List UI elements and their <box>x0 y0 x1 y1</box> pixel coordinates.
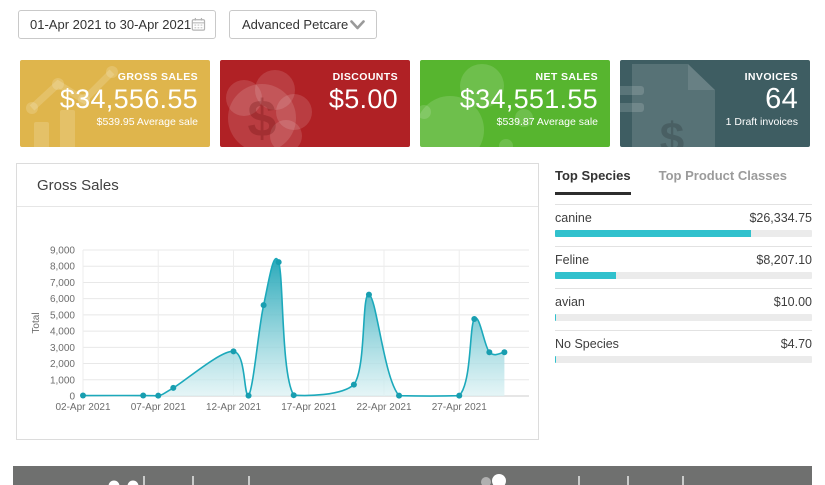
kpi-value: $34,551.55 <box>460 83 598 116</box>
chart-title: Gross Sales <box>17 164 538 207</box>
tab-top-product-classes[interactable]: Top Product Classes <box>659 168 787 195</box>
svg-text:9,000: 9,000 <box>50 246 75 257</box>
species-row: Feline $8,207.10 <box>555 246 812 288</box>
svg-text:02-Apr 2021: 02-Apr 2021 <box>55 402 110 413</box>
gross-sales-panel: Gross Sales 0 1,000 2,000 3,000 4,000 5,000 6,… <box>16 163 539 440</box>
svg-text:6,000: 6,000 <box>50 294 75 305</box>
practice-selector-value: Advanced Petcare <box>242 17 348 32</box>
kpi-title: NET SALES <box>535 71 598 83</box>
svg-text:2,000: 2,000 <box>50 359 75 370</box>
svg-text:22-Apr 2021: 22-Apr 2021 <box>356 402 411 413</box>
paw-icon[interactable] <box>109 481 139 485</box>
calendar-icon <box>191 16 206 33</box>
gross-sales-chart: 0 1,000 2,000 3,000 4,000 5,000 6,000 7,000 8,00… <box>17 207 538 438</box>
species-bar-track <box>555 230 812 237</box>
species-row: canine $26,334.75 <box>555 204 812 246</box>
species-bar-track <box>555 314 812 321</box>
species-list: canine $26,334.75 Feline $8,207.10 avian… <box>555 204 812 372</box>
kpi-value: $34,556.55 <box>60 83 198 116</box>
species-bar-fill <box>555 230 751 237</box>
svg-text:0: 0 <box>69 392 75 403</box>
top-toolbar: 01-Apr 2021 to 30-Apr 2021 Advanced Petc… <box>18 10 377 39</box>
kpi-card-invoices: $ INVOICES 64 1 Draft invoices <box>620 60 810 147</box>
svg-text:12-Apr 2021: 12-Apr 2021 <box>206 402 261 413</box>
svg-text:5,000: 5,000 <box>50 310 75 321</box>
kpi-subtitle: $539.87 Average sale <box>497 116 598 129</box>
chevron-down-icon <box>350 20 365 30</box>
top-lists-tabs: Top Species Top Product Classes <box>555 168 812 195</box>
svg-text:4,000: 4,000 <box>50 327 75 338</box>
species-row: No Species $4.70 <box>555 330 812 372</box>
kpi-subtitle: $539.95 Average sale <box>97 116 198 129</box>
kpi-value: 64 <box>765 83 798 116</box>
species-value: $10.00 <box>774 295 812 309</box>
species-row: avian $10.00 <box>555 288 812 330</box>
svg-text:8,000: 8,000 <box>50 262 75 273</box>
svg-text:07-Apr 2021: 07-Apr 2021 <box>131 402 186 413</box>
svg-text:Total: Total <box>31 312 42 333</box>
date-range-picker[interactable]: 01-Apr 2021 to 30-Apr 2021 <box>18 10 216 39</box>
svg-text:7,000: 7,000 <box>50 278 75 289</box>
svg-text:27-Apr 2021: 27-Apr 2021 <box>432 402 487 413</box>
practice-selector-dropdown[interactable]: Advanced Petcare <box>229 10 377 39</box>
kpi-card-discounts: $ DISCOUNTS $5.00 <box>220 60 410 147</box>
nav-separators <box>144 476 683 485</box>
species-value: $26,334.75 <box>749 211 812 225</box>
species-bar-fill <box>555 272 616 279</box>
species-label: canine <box>555 211 592 225</box>
top-lists-panel: Top Species Top Product Classes canine $… <box>555 168 812 372</box>
kpi-subtitle: 1 Draft invoices <box>726 116 798 129</box>
kpi-value: $5.00 <box>329 83 398 116</box>
kpi-title: INVOICES <box>745 71 798 83</box>
species-bar-fill <box>555 356 556 363</box>
species-label: Feline <box>555 253 589 267</box>
species-label: avian <box>555 295 585 309</box>
svg-text:1,000: 1,000 <box>50 375 75 386</box>
kpi-title: GROSS SALES <box>118 71 198 83</box>
species-bar-fill <box>555 314 556 321</box>
species-bar-track <box>555 356 812 363</box>
kpi-card-net-sales: NET SALES $34,551.55 $539.87 Average sal… <box>420 60 610 147</box>
species-value: $8,207.10 <box>756 253 812 267</box>
species-label: No Species <box>555 337 619 351</box>
species-value: $4.70 <box>781 337 812 351</box>
kpi-card-gross-sales: GROSS SALES $34,556.55 $539.95 Average s… <box>20 60 210 147</box>
svg-text:3,000: 3,000 <box>50 343 75 354</box>
svg-text:17-Apr 2021: 17-Apr 2021 <box>281 402 336 413</box>
kpi-title: DISCOUNTS <box>333 71 398 83</box>
bottom-nav-bar[interactable] <box>13 466 812 485</box>
tab-top-species[interactable]: Top Species <box>555 168 631 195</box>
date-range-value: 01-Apr 2021 to 30-Apr 2021 <box>30 17 191 32</box>
paw-icon[interactable] <box>481 474 506 485</box>
species-bar-track <box>555 272 812 279</box>
